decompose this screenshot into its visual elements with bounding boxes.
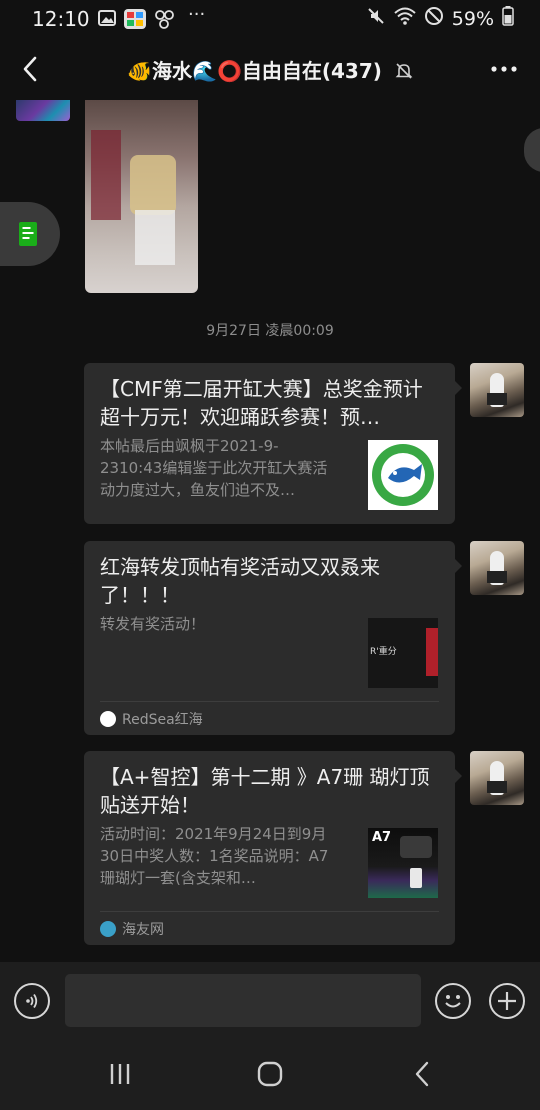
card-source: RedSea红海 — [100, 701, 439, 735]
card-description: 本帖最后由飒枫于2021-9-2310:43编辑鉴于此次开缸大赛活动力度过大，鱼… — [100, 437, 328, 499]
chat-title: 🐠海水🌊⭕自由自在(437) — [0, 55, 540, 85]
status-time: 12:10 — [32, 7, 90, 31]
input-bar — [0, 962, 540, 1040]
link-card-cmf[interactable]: 【CMF第二届开缸大赛】总奖金预计超十万元！欢迎踊跃参赛！预… 本帖最后由飒枫于… — [84, 363, 462, 524]
message-input[interactable] — [65, 974, 421, 1027]
fish-logo-icon — [372, 444, 434, 506]
image-message[interactable] — [85, 100, 198, 293]
muted-bell-icon — [395, 61, 413, 85]
avatar-figure — [487, 781, 507, 793]
more-functions-button[interactable] — [489, 983, 525, 1019]
gallery-icon — [98, 9, 116, 31]
my-avatar[interactable] — [470, 363, 524, 417]
app-store-icon — [124, 9, 146, 33]
wechat-mini-icon — [154, 9, 176, 33]
haiyou-logo-icon — [100, 920, 116, 937]
plus-icon — [498, 992, 516, 1010]
more-dots-icon: ··· — [188, 4, 206, 25]
thumb-lamp — [400, 836, 432, 858]
chat-message-list[interactable]: 9月27日 凌晨00:09 【CMF第二届开缸大赛】总奖金预计超十万元！欢迎踊跃… — [0, 100, 540, 962]
photo-shape — [91, 130, 121, 220]
home-icon — [257, 1061, 283, 1087]
card-description: 转发有奖活动！ — [100, 615, 206, 633]
thumb-phone — [410, 868, 422, 888]
card-thumbnail — [368, 440, 438, 510]
dnd-icon — [424, 6, 444, 31]
my-avatar[interactable] — [470, 541, 524, 595]
back-arrow-icon — [415, 1061, 429, 1087]
card-title: 红海转发顶帖有奖活动又双叒来了！！！ — [100, 555, 380, 607]
status-bar: 12:10 ··· 59% — [0, 0, 540, 38]
chat-header: 🐠海水🌊⭕自由自在(437) — [0, 38, 540, 100]
photo-shape — [135, 210, 175, 265]
card-source-name: 海友网 — [122, 921, 164, 938]
card-title: 【A+智控】第十二期 》A7珊 瑚灯顶贴送开始！ — [100, 765, 430, 817]
redsea-logo-icon — [100, 710, 116, 727]
avatar-figure — [487, 571, 507, 583]
system-navigation-bar — [0, 1040, 540, 1110]
thumb-text: R'重分 — [370, 647, 397, 657]
more-options-button[interactable] — [486, 51, 522, 87]
floating-edge-handle[interactable] — [524, 128, 540, 172]
card-thumbnail: A7 — [368, 828, 438, 898]
wifi-icon — [394, 7, 416, 30]
emoji-button[interactable] — [435, 983, 471, 1019]
avatar-figure — [487, 393, 507, 405]
mute-icon — [366, 6, 386, 31]
message-timestamp: 9月27日 凌晨00:09 — [206, 323, 334, 339]
voice-input-button[interactable] — [14, 983, 50, 1019]
card-thumbnail: R'重分 — [368, 618, 438, 688]
link-card-redsea[interactable]: 红海转发顶帖有奖活动又双叒来了！！！ 转发有奖活动！ R'重分 RedSea红海 — [84, 541, 462, 735]
card-source-name: RedSea红海 — [122, 711, 203, 728]
recent-apps-icon — [110, 1064, 130, 1084]
thumb-text: A7 — [372, 830, 392, 845]
chat-title-text: 🐠海水🌊⭕自由自在(437) — [127, 59, 382, 83]
document-icon — [19, 222, 37, 246]
smiley-icon — [445, 995, 461, 1008]
sender-avatar[interactable] — [16, 100, 70, 121]
home-button[interactable] — [250, 1058, 290, 1090]
battery-percent: 59% — [451, 7, 494, 30]
card-description: 活动时间：2021年9月24日到9月30日中奖人数：1名奖品说明：A7珊瑚灯一套… — [100, 825, 329, 887]
card-title: 【CMF第二届开缸大赛】总奖金预计超十万元！欢迎踊跃参赛！预… — [100, 377, 423, 429]
recent-apps-button[interactable] — [100, 1058, 140, 1090]
photo-shape — [130, 155, 176, 215]
my-avatar[interactable] — [470, 751, 524, 805]
voice-icon — [26, 993, 38, 1009]
floating-minimized-window[interactable] — [0, 202, 60, 266]
more-dots-icon — [491, 66, 517, 72]
card-source: 海友网 — [100, 911, 439, 945]
link-card-a7[interactable]: 【A+智控】第十二期 》A7珊 瑚灯顶贴送开始！ 活动时间：2021年9月24日… — [84, 751, 462, 945]
system-back-button[interactable] — [402, 1058, 442, 1090]
thumb-accent — [426, 628, 438, 676]
battery-icon — [502, 6, 514, 31]
